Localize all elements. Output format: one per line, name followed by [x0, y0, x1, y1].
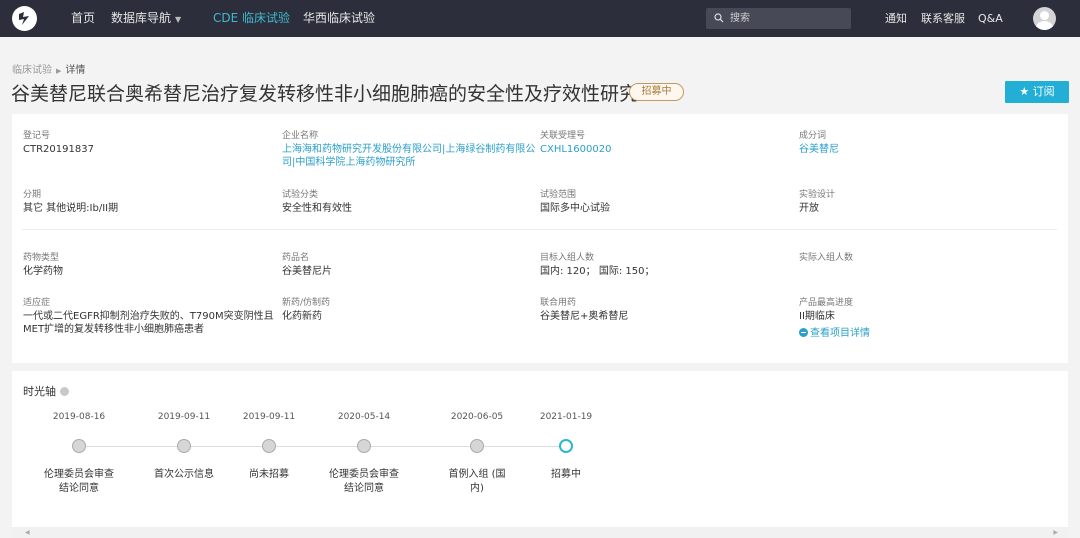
arrow-circle-icon [799, 328, 808, 337]
timeline-title-text: 时光轴 [23, 385, 56, 398]
timeline-label: 招募中 [521, 468, 611, 482]
timeline-label-line1: 首次公示信息 [154, 469, 214, 480]
new-drug-value: 化药新药 [282, 311, 322, 322]
timeline-line [78, 446, 566, 447]
reg-no-label: 登记号 [23, 131, 51, 141]
project-detail-label: 查看项目详情 [810, 328, 870, 339]
top-navbar: 首页 数据库导航▼ CDE 临床试验 华西临床试验 通知 联系客服 Q&A [0, 0, 1080, 37]
timeline-label-line1: 伦理委员会审查 [44, 469, 114, 480]
timeline-date: 2020-06-05 [450, 412, 504, 422]
nav-database-label: 数据库导航 [111, 11, 172, 25]
drug-name-value: 谷美替尼片 [282, 266, 332, 277]
new-drug-label: 新药/仿制药 [282, 298, 331, 308]
breadcrumb-parent[interactable]: 临床试验 [12, 65, 52, 76]
qa-link[interactable]: Q&A [978, 0, 1003, 37]
timeline-label-line1: 首例入组 (国 [448, 469, 506, 480]
logo-icon[interactable] [12, 6, 37, 31]
nav-huaxi-trials[interactable]: 华西临床试验 [303, 0, 375, 37]
breadcrumb: 临床试验 ▶ 详情 [12, 61, 85, 76]
progress-label: 产品最高进度 [799, 298, 854, 308]
design-label: 实验设计 [799, 190, 836, 200]
timeline-label: 首例入组 (国 内) [432, 468, 522, 496]
avatar[interactable] [1033, 7, 1056, 30]
project-detail-link[interactable]: 查看项目详情 [799, 324, 870, 339]
combo-label: 联合用药 [540, 298, 577, 308]
chevron-right-icon: ▶ [56, 67, 62, 75]
timeline-label-line1: 尚未招募 [249, 469, 289, 480]
timeline-node [262, 439, 276, 453]
drug-type-label: 药物类型 [23, 253, 60, 263]
indication-label: 适应症 [23, 298, 51, 308]
target-enroll-label: 目标入组人数 [540, 253, 595, 263]
reg-no-value: CTR20191837 [23, 144, 94, 155]
star-icon: ★ [1019, 85, 1030, 98]
scope-value: 国际多中心试验 [540, 203, 610, 214]
design-value: 开放 [799, 203, 819, 214]
timeline-label-line1: 招募中 [551, 469, 581, 480]
category-label: 试验分类 [282, 190, 319, 200]
category-value: 安全性和有效性 [282, 203, 352, 214]
combo-value: 谷美替尼+奥希替尼 [540, 311, 629, 322]
timeline-node [357, 439, 371, 453]
scope-label: 试验范围 [540, 190, 577, 200]
timeline-node [72, 439, 86, 453]
breadcrumb-current: 详情 [65, 65, 86, 76]
service-link[interactable]: 联系客服 [921, 0, 965, 37]
timeline-node [470, 439, 484, 453]
timeline-title: 时光轴 [23, 383, 69, 399]
timeline-label-line2: 内) [470, 483, 484, 494]
timeline-date: 2019-09-11 [242, 412, 296, 422]
indication-value-line2: MET扩增的复发转移性非小细胞肺癌患者 [23, 324, 205, 335]
status-badge: 招募中 [629, 83, 684, 101]
drug-name-label: 药品名 [282, 253, 310, 263]
company-value-line1[interactable]: 上海海和药物研究开发股份有限公司|上海绿谷制药有限公 [282, 143, 535, 156]
phase-label: 分期 [23, 190, 42, 200]
accept-no-label: 关联受理号 [540, 131, 586, 141]
indication-value-line1: 一代或二代EGFR抑制剂治疗失败的、T790M突变阴性且 [23, 311, 274, 322]
company-label: 企业名称 [282, 131, 319, 141]
timeline-date: 2019-08-16 [52, 412, 106, 422]
timeline-label-line1: 伦理委员会审查 [329, 469, 399, 480]
drug-type-value: 化学药物 [23, 266, 63, 277]
timeline-date: 2021-01-19 [539, 412, 593, 422]
ingredient-value[interactable]: 谷美替尼 [799, 143, 839, 156]
search-box[interactable] [706, 8, 851, 29]
timeline-card: 时光轴 2019-08-16 伦理委员会审查 结论同意 2019-09-11 首次… [12, 371, 1068, 538]
subscribe-label: 订阅 [1032, 85, 1055, 98]
accept-no-value[interactable]: CXHL1600020 [540, 143, 611, 156]
timeline-label: 伦理委员会审查 结论同意 [34, 468, 124, 496]
search-icon [714, 13, 724, 23]
actual-enroll-label: 实际入组人数 [799, 253, 854, 263]
nav-database[interactable]: 数据库导航 ▼ [111, 0, 181, 37]
timeline-date: 2020-05-14 [337, 412, 391, 422]
page-title: 谷美替尼联合奥希替尼治疗复发转移性非小细胞肺癌的安全性及疗效性研究 [11, 83, 639, 105]
notice-link[interactable]: 通知 [885, 0, 907, 37]
help-icon[interactable] [60, 387, 69, 396]
timeline-label-line2: 结论同意 [59, 483, 99, 494]
timeline-label-line2: 结论同意 [344, 483, 384, 494]
nav-home[interactable]: 首页 [71, 0, 95, 37]
scroll-right-icon[interactable]: ▶ [1053, 529, 1058, 536]
timeline-label: 首次公示信息 [139, 468, 229, 482]
subscribe-button[interactable]: ★ 订阅 [1005, 81, 1069, 103]
ingredient-label: 成分词 [799, 131, 827, 141]
search-input[interactable] [730, 8, 845, 29]
horizontal-scrollbar[interactable]: ◀ ▶ [12, 527, 1068, 538]
timeline-node-current [559, 439, 573, 453]
chevron-down-icon: ▼ [175, 15, 182, 24]
nav-cde-trials[interactable]: CDE 临床试验 [213, 0, 290, 37]
timeline-node [177, 439, 191, 453]
phase-value: 其它 其他说明:Ib/II期 [23, 203, 119, 214]
target-enroll-value: 国内: 120； 国际: 150； [540, 266, 655, 277]
trial-info-card: 登记号 CTR20191837 企业名称 上海海和药物研究开发股份有限公司|上海… [12, 114, 1068, 363]
company-value-line2[interactable]: 司|中国科学院上海药物研究所 [282, 156, 415, 169]
scroll-left-icon[interactable]: ◀ [25, 529, 30, 536]
timeline-label: 伦理委员会审查 结论同意 [319, 468, 409, 496]
timeline-date: 2019-09-11 [157, 412, 211, 422]
progress-value: II期临床 [799, 311, 835, 322]
divider [22, 229, 1057, 230]
timeline-label: 尚未招募 [224, 468, 314, 482]
